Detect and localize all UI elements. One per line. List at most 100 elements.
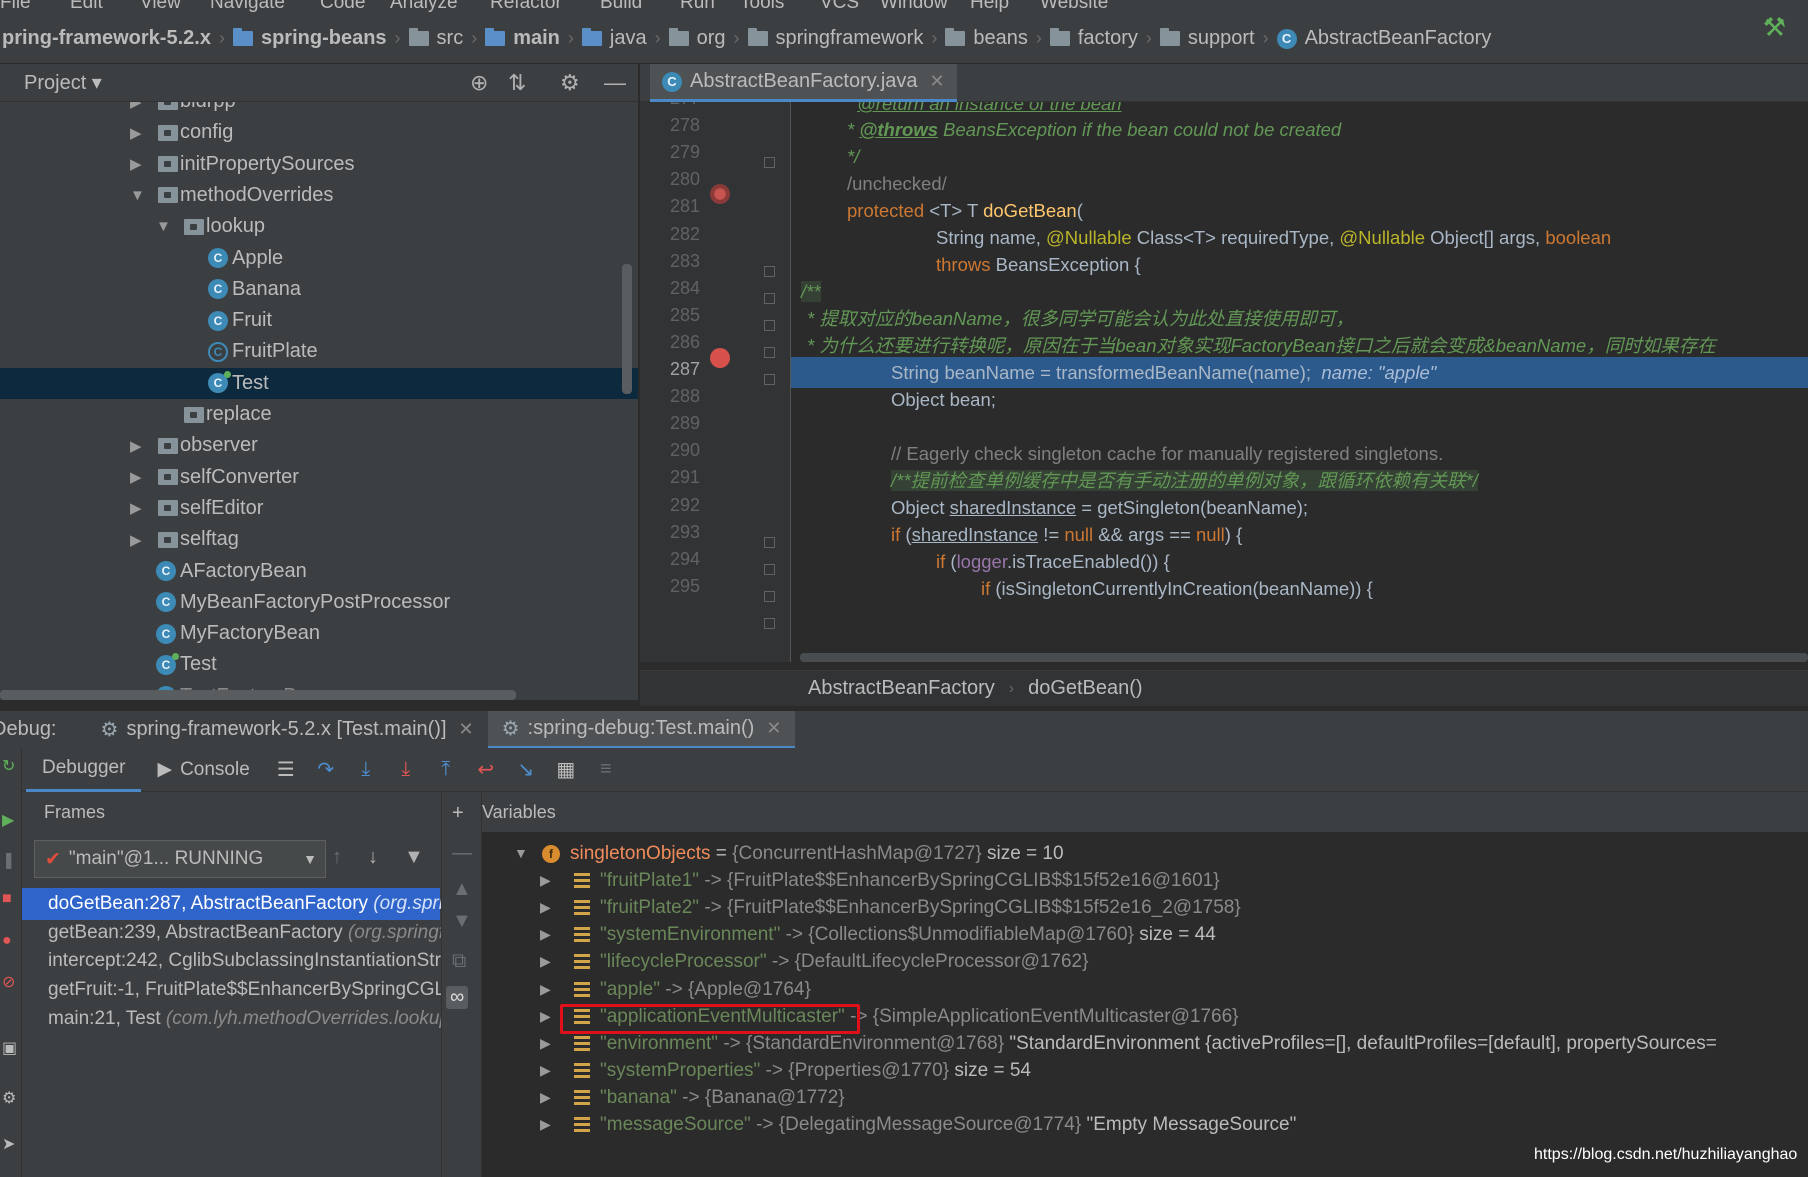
- run-to-cursor-icon[interactable]: ↘: [506, 750, 546, 790]
- fold-marker-icon[interactable]: [764, 564, 775, 575]
- fold-marker-icon[interactable]: [764, 157, 775, 168]
- move-up-icon[interactable]: ▲: [452, 878, 472, 901]
- fold-marker-icon[interactable]: [764, 537, 775, 548]
- step-out-icon[interactable]: ⤒: [426, 750, 466, 790]
- tree-item-methodoverrides[interactable]: ▼ methodOverrides: [0, 180, 638, 211]
- fold-marker-icon[interactable]: [764, 591, 775, 602]
- breadcrumb-springframework[interactable]: springframework: [746, 27, 926, 50]
- debug-session-tab-1[interactable]: ⚙ spring-framework-5.2.x [Test.main()] ✕: [87, 711, 488, 749]
- tree-item-fruitplate[interactable]: C FruitPlate: [0, 336, 638, 367]
- menu-item-window[interactable]: Window: [880, 0, 948, 14]
- tree-item-lookup[interactable]: ▼ lookup: [0, 211, 638, 242]
- project-view-selector[interactable]: Project ▾: [24, 70, 102, 95]
- menu-item-analyze[interactable]: Analyze: [390, 0, 458, 14]
- tree-item-selfconverter[interactable]: ▶ selfConverter: [0, 462, 638, 493]
- next-frame-icon[interactable]: ↓: [368, 846, 378, 869]
- crumb-method[interactable]: doGetBean(): [1028, 677, 1143, 700]
- breakpoint-disabled-icon[interactable]: [710, 184, 730, 204]
- tree-item-test[interactable]: C Test: [0, 367, 638, 399]
- collapsed-arrow-icon[interactable]: ▶: [130, 437, 146, 455]
- settings-icon[interactable]: ⚙: [2, 1088, 16, 1108]
- tree-item-mybeanfactorypostprocessor[interactable]: C MyBeanFactoryPostProcessor: [0, 587, 638, 618]
- stack-frame[interactable]: intercept:242, CglibSubclassingInstantia…: [22, 945, 441, 977]
- step-over-icon[interactable]: ↷: [306, 750, 346, 790]
- menu-item-view[interactable]: View: [140, 0, 181, 14]
- fold-marker-icon[interactable]: [764, 266, 775, 277]
- add-watch-icon[interactable]: +: [452, 802, 464, 825]
- menu-item-file[interactable]: File: [0, 0, 31, 14]
- collapse-all-icon[interactable]: ⇅: [508, 70, 526, 96]
- pin-icon[interactable]: ➤: [2, 1134, 15, 1154]
- move-down-icon[interactable]: ▼: [452, 910, 472, 933]
- menu-item-run[interactable]: Run: [680, 0, 715, 14]
- menu-item-help[interactable]: Help: [970, 0, 1009, 14]
- variable-row[interactable]: ▶ "messageSource" -> {DelegatingMessageSo…: [482, 1109, 1808, 1140]
- tree-vertical-scrollbar[interactable]: [622, 264, 632, 394]
- thread-selector[interactable]: ✔ "main"@1... RUNNING ▼: [34, 840, 326, 878]
- breadcrumb-abstractbeanfactory[interactable]: C AbstractBeanFactory: [1275, 27, 1494, 50]
- mute-breakpoints-icon[interactable]: ⊘: [2, 972, 15, 992]
- collapsed-arrow-icon[interactable]: ▶: [130, 155, 146, 173]
- tree-item-observer[interactable]: ▶ observer: [0, 430, 638, 461]
- stack-frame[interactable]: getBean:239, AbstractBeanFactory (org.sp…: [22, 917, 441, 949]
- debug-session-tab-2[interactable]: ⚙ :spring-debug:Test.main() ✕: [487, 710, 796, 749]
- tree-item-fruit[interactable]: C Fruit: [0, 305, 638, 336]
- camera-icon[interactable]: ▣: [2, 1038, 17, 1058]
- filter-icon[interactable]: ▼: [404, 846, 424, 869]
- fold-marker-icon[interactable]: [764, 320, 775, 331]
- tree-item-apple[interactable]: C Apple: [0, 243, 638, 274]
- close-session-icon[interactable]: ✕: [459, 719, 474, 740]
- editor-horizontal-scrollbar[interactable]: [800, 653, 1808, 662]
- trace-icon[interactable]: ≡: [586, 750, 626, 790]
- expanded-arrow-icon[interactable]: ▼: [156, 218, 172, 235]
- breadcrumb-support[interactable]: support: [1158, 27, 1257, 50]
- menu-item-vcs[interactable]: VCS: [820, 0, 859, 14]
- breadcrumb-pring-framework-5.2.x[interactable]: pring-framework-5.2.x: [0, 27, 213, 50]
- breakpoint-active-icon[interactable]: [710, 348, 730, 368]
- fold-marker-icon[interactable]: [764, 374, 775, 385]
- build-hammer-icon[interactable]: ⚒: [1763, 12, 1786, 43]
- locate-icon[interactable]: ⊕: [470, 70, 488, 96]
- hide-panel-icon[interactable]: —: [604, 70, 626, 96]
- tab-console[interactable]: ▶ Console: [141, 748, 265, 792]
- tree-item-selftag[interactable]: ▶ selftag: [0, 524, 638, 555]
- tree-item-afactorybean[interactable]: C AFactoryBean: [0, 556, 638, 587]
- breadcrumb-factory[interactable]: factory: [1048, 27, 1140, 50]
- tree-item-config[interactable]: ▶ config: [0, 117, 638, 148]
- fold-marker-icon[interactable]: [764, 293, 775, 304]
- breadcrumb-src[interactable]: src: [407, 27, 466, 50]
- copy-icon[interactable]: ⧉: [452, 950, 466, 973]
- breadcrumb-main[interactable]: main: [483, 27, 562, 50]
- close-tab-icon[interactable]: ✕: [930, 71, 945, 92]
- breadcrumb-java[interactable]: java: [580, 27, 649, 50]
- stack-frame[interactable]: getFruit:-1, FruitPlate$$EnhancerBySprin…: [22, 974, 441, 1006]
- stop-icon[interactable]: ■: [2, 890, 12, 908]
- menu-lines-icon[interactable]: ☰: [266, 750, 306, 790]
- tab-debugger[interactable]: Debugger: [26, 748, 142, 792]
- tree-item-banana[interactable]: C Banana: [0, 274, 638, 305]
- rerun-icon[interactable]: ↻: [2, 756, 15, 776]
- stack-frame[interactable]: main:21, Test (com.lyh.methodOverrides.l…: [22, 1003, 441, 1035]
- breadcrumb-spring-beans[interactable]: spring-beans: [231, 27, 389, 50]
- view-breakpoints-icon[interactable]: ●: [2, 932, 12, 950]
- tree-item-myfactorybean[interactable]: C MyFactoryBean: [0, 618, 638, 649]
- pause-icon[interactable]: ❚: [2, 850, 15, 870]
- force-step-into-icon[interactable]: ⤓: [386, 750, 426, 790]
- close-session-icon[interactable]: ✕: [766, 718, 781, 739]
- collapsed-arrow-icon[interactable]: ▶: [540, 1109, 551, 1140]
- menu-item-refactor[interactable]: Refactor: [490, 0, 562, 14]
- tree-item-selfeditor[interactable]: ▶ selfEditor: [0, 493, 638, 524]
- previous-frame-icon[interactable]: ↑: [332, 846, 342, 869]
- menu-item-edit[interactable]: Edit: [70, 0, 103, 14]
- tree-horizontal-scrollbar[interactable]: [0, 690, 516, 700]
- resume-icon[interactable]: ▶: [2, 810, 14, 830]
- remove-watch-icon[interactable]: —: [452, 842, 472, 865]
- breadcrumb-beans[interactable]: beans: [943, 27, 1030, 50]
- menu-item-tools[interactable]: Tools: [740, 0, 784, 14]
- evaluate-expression-icon[interactable]: ▦: [546, 750, 586, 790]
- tree-item-replace[interactable]: replace: [0, 399, 638, 430]
- tree-item-test[interactable]: C Test: [0, 649, 638, 680]
- collapsed-arrow-icon[interactable]: ▶: [130, 102, 146, 111]
- menu-item-website[interactable]: Website: [1040, 0, 1108, 14]
- drop-frame-icon[interactable]: ↩: [466, 750, 506, 790]
